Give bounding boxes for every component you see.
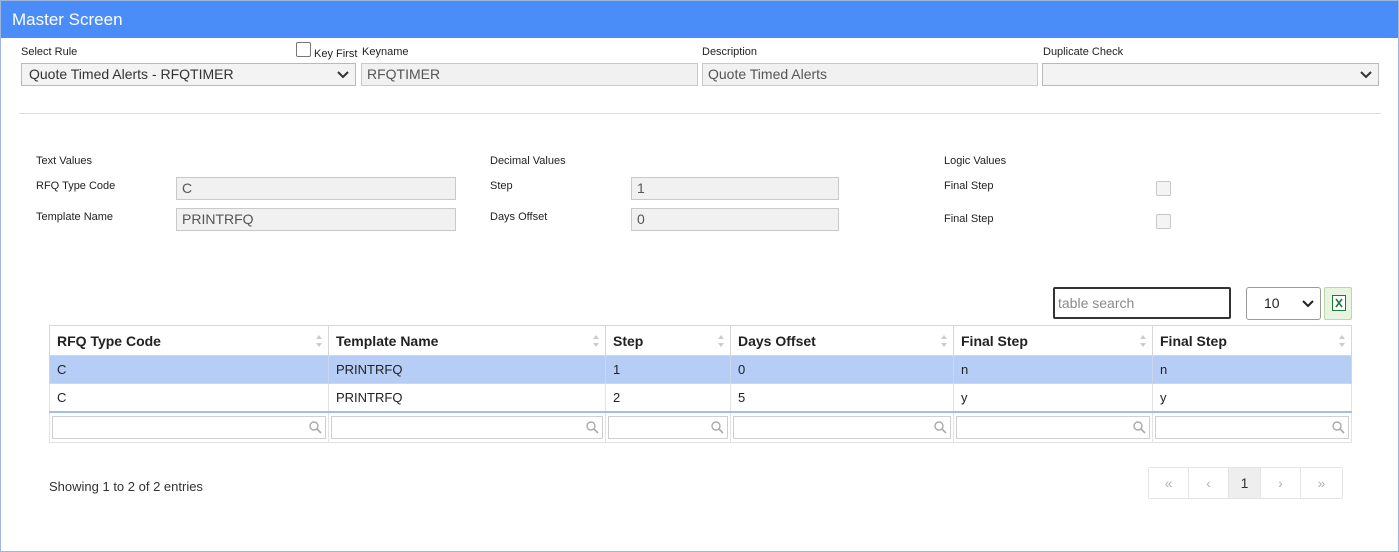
rfq-type-code-label: RFQ Type Code (36, 180, 116, 192)
search-icon (711, 421, 724, 434)
description-field[interactable]: Quote Timed Alerts (702, 63, 1038, 86)
sort-icon (718, 335, 724, 347)
search-icon (1332, 421, 1345, 434)
step-label: Step (490, 180, 513, 192)
excel-icon (1332, 295, 1346, 311)
table-cell: y (1152, 383, 1352, 412)
export-excel-button[interactable] (1324, 287, 1352, 320)
column-filter-input[interactable] (52, 415, 326, 439)
column-header[interactable]: Template Name (328, 325, 606, 356)
page-1-button[interactable]: 1 (1229, 468, 1261, 498)
page-length-value: 10 (1264, 295, 1280, 311)
key-first-label: Key First (314, 48, 358, 60)
decimal-values-heading: Decimal Values (490, 155, 566, 167)
chevron-down-icon (1360, 71, 1372, 79)
table-cell: n (1152, 355, 1352, 384)
data-table: RFQ Type Code Template Name Step Days Of… (49, 325, 1352, 443)
column-header[interactable]: RFQ Type Code (49, 325, 329, 356)
chevron-down-icon (337, 71, 349, 79)
template-name-label: Template Name (36, 211, 114, 223)
table-search-input[interactable]: table search (1053, 287, 1231, 319)
sort-icon (593, 335, 599, 347)
logic-values-heading: Logic Values (944, 155, 1007, 167)
table-cell: 1 (605, 355, 731, 384)
sort-icon (941, 335, 947, 347)
final-step-label: Final Step (944, 180, 994, 192)
page-length-select[interactable]: 10 (1246, 287, 1321, 320)
search-icon (934, 421, 947, 434)
duplicate-check-dropdown[interactable] (1042, 63, 1379, 86)
key-first-checkbox[interactable] (296, 42, 311, 57)
table-row[interactable]: C PRINTRFQ 1 0 n n (49, 355, 1352, 384)
section-divider (19, 113, 1381, 114)
table-cell: C (49, 355, 329, 384)
last-page-button[interactable]: » (1301, 468, 1342, 498)
text-values-heading: Text Values (36, 155, 93, 167)
table-cell: y (953, 383, 1153, 412)
sort-icon (1339, 335, 1345, 347)
first-page-button[interactable]: « (1149, 468, 1189, 498)
table-cell: PRINTRFQ (328, 383, 606, 412)
duplicate-check-label: Duplicate Check (1043, 46, 1124, 58)
window-title: Master Screen (1, 1, 1398, 38)
sort-icon (1140, 335, 1146, 347)
column-filter-input[interactable] (733, 415, 951, 439)
template-name-field[interactable]: PRINTRFQ (176, 208, 456, 231)
days-offset-field[interactable]: 0 (631, 208, 839, 231)
table-cell: 0 (730, 355, 954, 384)
step-field[interactable]: 1 (631, 177, 839, 200)
search-icon (309, 421, 322, 434)
table-cell: n (953, 355, 1153, 384)
select-rule-value: Quote Timed Alerts - RFQTIMER (29, 66, 234, 82)
column-filter-input[interactable] (1155, 415, 1349, 439)
table-cell: PRINTRFQ (328, 355, 606, 384)
rfq-type-code-field[interactable]: C (176, 177, 456, 200)
chevron-down-icon (1302, 300, 1314, 308)
column-filter-input[interactable] (608, 415, 728, 439)
next-page-button[interactable]: › (1261, 468, 1301, 498)
column-filter-input[interactable] (956, 415, 1150, 439)
table-row[interactable]: C PRINTRFQ 2 5 y y (49, 383, 1352, 412)
keyname-field[interactable]: RFQTIMER (361, 63, 698, 86)
description-label: Description (702, 46, 758, 58)
days-offset-label: Days Offset (490, 211, 548, 223)
sort-icon (316, 335, 322, 347)
search-icon (1133, 421, 1146, 434)
table-cell: C (49, 383, 329, 412)
table-cell: 5 (730, 383, 954, 412)
table-info-text: Showing 1 to 2 of 2 entries (49, 479, 203, 494)
column-header[interactable]: Final Step (1152, 325, 1352, 356)
table-cell: 2 (605, 383, 731, 412)
table-header-row: RFQ Type Code Template Name Step Days Of… (49, 325, 1352, 356)
search-icon (586, 421, 599, 434)
previous-page-button[interactable]: ‹ (1189, 468, 1229, 498)
select-rule-label: Select Rule (21, 46, 78, 58)
column-filter-row (49, 410, 1352, 443)
final-step-label: Final Step (944, 213, 994, 225)
column-header[interactable]: Step (605, 325, 731, 356)
column-header[interactable]: Days Offset (730, 325, 954, 356)
master-screen-window: Master Screen Select Rule Quote Timed Al… (0, 0, 1399, 552)
final-step-checkbox[interactable] (1156, 181, 1171, 196)
final-step-checkbox[interactable] (1156, 214, 1171, 229)
column-filter-input[interactable] (331, 415, 603, 439)
select-rule-dropdown[interactable]: Quote Timed Alerts - RFQTIMER (21, 63, 356, 86)
keyname-label: Keyname (362, 46, 409, 58)
column-header[interactable]: Final Step (953, 325, 1153, 356)
pagination: « ‹ 1 › » (1148, 467, 1343, 499)
